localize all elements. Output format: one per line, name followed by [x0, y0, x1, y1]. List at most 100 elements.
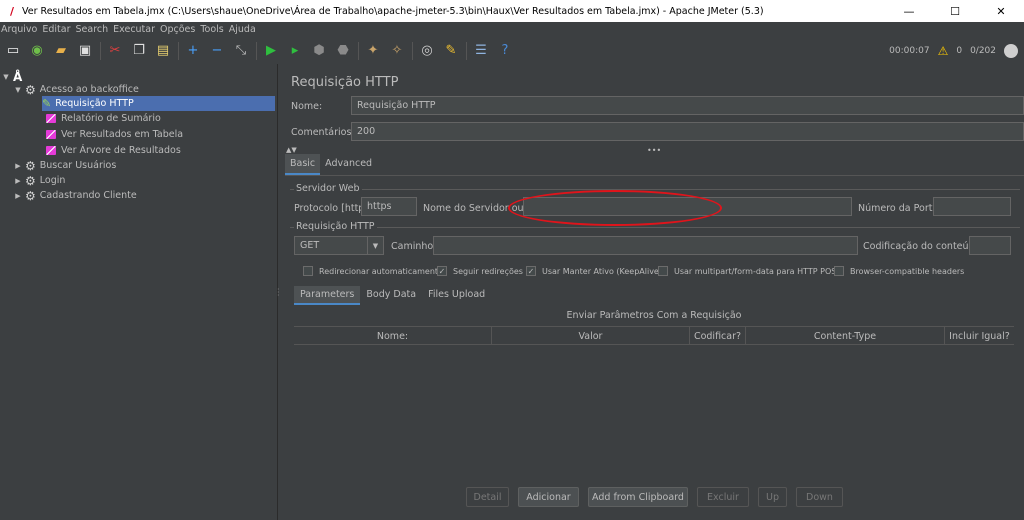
protocol-label: Protocolo [http]:: [294, 203, 372, 214]
checkbox-redirect-auto[interactable]: Redirecionar automaticamente: [303, 266, 443, 276]
comments-field[interactable]: 200: [351, 122, 1024, 141]
up-button[interactable]: Up: [758, 487, 787, 507]
function-helper-icon[interactable]: ☰: [472, 42, 490, 60]
tree-item-cadastrando-cliente[interactable]: ▶ ⚙ Cadastrando Cliente: [14, 188, 137, 203]
minimize-button[interactable]: —: [886, 0, 932, 22]
save-icon[interactable]: ▣: [76, 42, 94, 60]
tree-item-login[interactable]: ▶ ⚙ Login: [14, 173, 65, 188]
menu-tools[interactable]: Tools: [200, 24, 223, 35]
stop-icon[interactable]: ⬢: [310, 42, 328, 60]
add-from-clipboard-button[interactable]: Add from Clipboard: [588, 487, 688, 507]
protocol-field[interactable]: https: [361, 197, 417, 216]
tree-item-buscar-usuarios[interactable]: ▶ ⚙ Buscar Usuários: [14, 158, 116, 173]
toggle-icon[interactable]: ⤡: [232, 42, 250, 60]
elapsed-timer: 00:00:07: [889, 45, 930, 56]
clear-icon[interactable]: ✦: [364, 42, 382, 60]
column-header-encode[interactable]: Codificar?: [690, 327, 746, 345]
checkbox-browser-headers[interactable]: Browser-compatible headers: [834, 266, 964, 276]
tree-item-label: Requisição HTTP: [55, 98, 134, 109]
paste-icon[interactable]: ▤: [154, 42, 172, 60]
close-button[interactable]: ✕: [978, 0, 1024, 22]
port-field[interactable]: [933, 197, 1011, 216]
split-pane-handle[interactable]: · · ·: [277, 286, 281, 300]
reset-search-icon[interactable]: ✎: [442, 42, 460, 60]
method-select[interactable]: GET ▼: [294, 236, 384, 255]
title-bar: / Ver Resultados em Tabela.jmx (C:\Users…: [0, 0, 1024, 22]
delete-button[interactable]: Excluir: [697, 487, 749, 507]
parameters-table-header: Nome: Valor Codificar? Content-Type Incl…: [294, 326, 1014, 345]
thread-group-gear-icon: ⚙: [25, 158, 36, 173]
path-label: Caminho:: [391, 241, 437, 252]
tree-item-label: Ver Árvore de Resultados: [61, 145, 181, 156]
tab-files-upload[interactable]: Files Upload: [422, 286, 491, 305]
checkbox-keepalive[interactable]: ✓ Usar Manter Ativo (KeepAlive): [526, 266, 662, 276]
checkbox-follow-redirects[interactable]: ✓ Seguir redireções: [437, 266, 523, 276]
expand-arrow-icon[interactable]: ▶: [14, 162, 22, 170]
port-label: Número da Porta:: [858, 203, 942, 214]
clear-all-icon[interactable]: ✧: [388, 42, 406, 60]
tab-advanced[interactable]: Advanced: [320, 154, 377, 175]
tree-item-label: Cadastrando Cliente: [39, 190, 137, 201]
expand-arrow-icon[interactable]: ▶: [14, 192, 22, 200]
path-field[interactable]: [433, 236, 858, 255]
cut-icon[interactable]: ✂: [106, 42, 124, 60]
encoding-field[interactable]: [969, 236, 1011, 255]
checkmark-icon[interactable]: ✓: [526, 266, 536, 276]
parameters-table-body[interactable]: [294, 345, 1014, 475]
column-header-content-type[interactable]: Content-Type: [746, 327, 945, 345]
warning-icon[interactable]: ⚠: [938, 44, 949, 58]
tree-item-relatorio-de-sumario[interactable]: Relatório de Sumário: [46, 111, 161, 126]
tree-item-label: Buscar Usuários: [39, 160, 117, 171]
menu-executar[interactable]: Executar: [113, 24, 155, 35]
copy-icon[interactable]: ❐: [130, 42, 148, 60]
menu-search[interactable]: Search: [76, 24, 109, 35]
checkbox-box[interactable]: [303, 266, 313, 276]
maximize-button[interactable]: ☐: [932, 0, 978, 22]
start-no-pauses-icon[interactable]: ▸: [286, 42, 304, 60]
search-icon[interactable]: ◎: [418, 42, 436, 60]
detail-button[interactable]: Detail: [466, 487, 509, 507]
tab-parameters[interactable]: Parameters: [294, 286, 361, 305]
open-icon[interactable]: ▰: [52, 42, 70, 60]
tab-body-data[interactable]: Body Data: [360, 286, 422, 305]
start-icon[interactable]: ▶: [262, 42, 280, 60]
checkbox-box[interactable]: [658, 266, 668, 276]
chevron-down-icon[interactable]: ▼: [367, 237, 383, 254]
divider-handle[interactable]: •••: [647, 146, 661, 155]
expand-arrow-icon[interactable]: ▶: [14, 177, 22, 185]
collapse-arrow-icon[interactable]: ▼: [14, 86, 22, 94]
add-button[interactable]: Adicionar: [518, 487, 579, 507]
remote-engine-icon[interactable]: [1004, 43, 1018, 58]
jmeter-feather-icon: /: [9, 4, 15, 18]
column-header-include-equals[interactable]: Incluir Igual?: [945, 327, 1014, 345]
tab-basic[interactable]: Basic: [285, 154, 321, 175]
name-field[interactable]: Requisição HTTP: [351, 96, 1024, 115]
checkbox-box[interactable]: [834, 266, 844, 276]
collapse-arrows-icon[interactable]: ▲▼: [286, 146, 297, 154]
menu-editar[interactable]: Editar: [42, 24, 70, 35]
listener-chart-icon: [46, 146, 56, 155]
menu-ajuda[interactable]: Ajuda: [229, 24, 256, 35]
down-button[interactable]: Down: [796, 487, 843, 507]
shutdown-icon[interactable]: ⬣: [334, 42, 352, 60]
tree-item-acesso-ao-backoffice[interactable]: ▼ ⚙ Acesso ao backoffice: [14, 82, 139, 97]
checkbox-multipart[interactable]: Usar multipart/form-data para HTTP POST: [658, 266, 841, 276]
menu-arquivo[interactable]: Arquivo: [1, 24, 37, 35]
tree-item-label: Acesso ao backoffice: [39, 84, 139, 95]
listener-chart-icon: [46, 114, 56, 123]
templates-icon[interactable]: ◉: [28, 42, 46, 60]
tree-item-ver-resultados-em-tabela[interactable]: Ver Resultados em Tabela: [46, 127, 183, 142]
menu-opcoes[interactable]: Opções: [160, 24, 195, 35]
column-header-name[interactable]: Nome:: [294, 327, 492, 345]
server-name-field[interactable]: [523, 197, 852, 216]
checkmark-icon[interactable]: ✓: [437, 266, 447, 276]
column-header-value[interactable]: Valor: [492, 327, 690, 345]
method-value: GET: [300, 240, 320, 251]
expand-icon[interactable]: +: [184, 42, 202, 60]
tree-item-requisicao-http[interactable]: ✎ Requisição HTTP: [42, 96, 275, 111]
collapse-arrow-icon[interactable]: ▼: [2, 73, 10, 81]
help-icon[interactable]: ?: [496, 42, 514, 60]
collapse-icon[interactable]: −: [208, 42, 226, 60]
tree-item-ver-arvore-de-resultados[interactable]: Ver Árvore de Resultados: [46, 143, 181, 158]
new-icon[interactable]: ▭: [4, 42, 22, 60]
